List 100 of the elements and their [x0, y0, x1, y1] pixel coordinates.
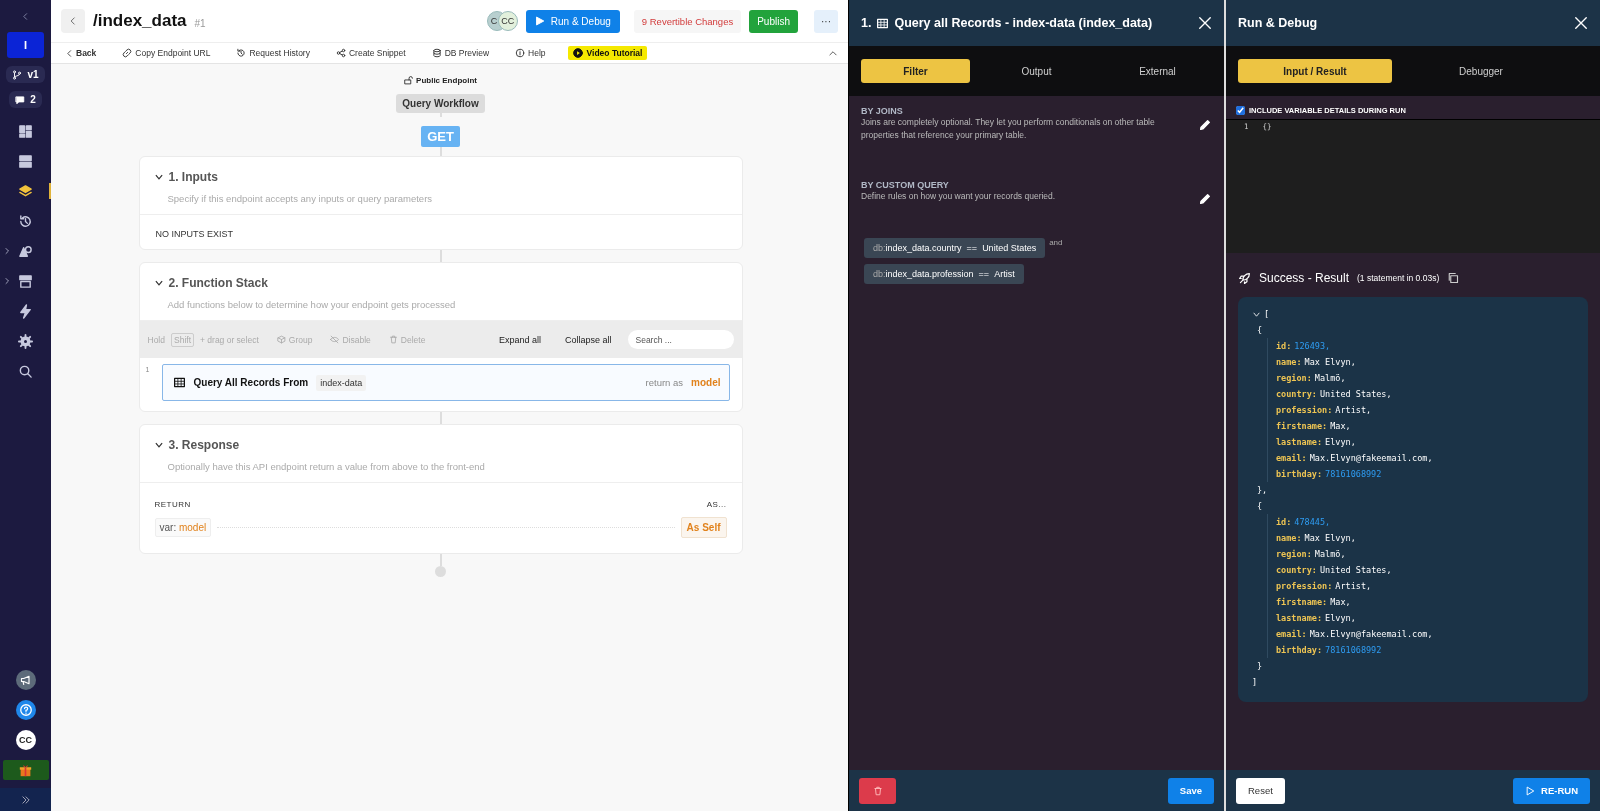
- chevron-left-icon: [68, 16, 78, 26]
- user-avatar[interactable]: CC: [15, 730, 36, 750]
- json-line: country: United States,: [1276, 388, 1393, 401]
- json-line: email: Max.Elvyn@fakeemail.com,: [1276, 628, 1434, 641]
- json-line: profession: Artist,: [1276, 580, 1373, 593]
- tab[interactable]: Filter: [861, 59, 970, 83]
- json-line: name: Max Elvyn,: [1276, 532, 1357, 545]
- json-bracket: [: [1264, 308, 1270, 321]
- trash-icon: [872, 785, 883, 796]
- run-debug-button[interactable]: Run & Debug: [525, 9, 620, 33]
- reset-button[interactable]: Reset: [1236, 777, 1285, 804]
- toolbar-link[interactable]: Back: [65, 48, 97, 58]
- store-icon: [18, 273, 33, 289]
- json-bracket: },: [1257, 484, 1268, 497]
- branch-icon: [12, 69, 23, 80]
- layers-icon: [18, 183, 33, 199]
- group-description: Joins are completely optional. They let you perform conditionals on other table properties that reference your primary table.: [861, 116, 1156, 142]
- variable-tag[interactable]: var: model: [154, 518, 212, 537]
- pencil-icon: [1198, 118, 1212, 132]
- expand-all-button[interactable]: Expand all: [498, 334, 541, 345]
- tab[interactable]: Debugger: [1404, 59, 1558, 83]
- collapse-button[interactable]: [828, 48, 838, 58]
- close-button[interactable]: [1574, 16, 1588, 30]
- toolbar-link[interactable]: Help: [515, 48, 546, 58]
- announcement-button[interactable]: [15, 670, 36, 690]
- checkbox[interactable]: [1236, 106, 1245, 115]
- gift-icon: [19, 763, 32, 777]
- hint-text: Hold: [147, 334, 165, 345]
- empty-message: NO INPUTS EXIST: [154, 228, 234, 241]
- trash-icon: [388, 335, 398, 344]
- condition-chip[interactable]: db:index_data.profession == Artist: [864, 263, 1024, 284]
- copy-button[interactable]: [1447, 272, 1460, 284]
- section-description: Specify if this endpoint accepts any inputs or query parameters: [167, 193, 434, 204]
- group-description: Define rules on how you want your records queried.: [861, 190, 1057, 203]
- step-label: Query All Records From: [193, 377, 309, 388]
- chevron-icon[interactable]: [153, 440, 164, 450]
- json-line: firstname: Max,: [1276, 420, 1352, 433]
- panel-title: Query all Records - index-data (index_data): [894, 16, 1153, 30]
- workflow-label: Query Workflow: [396, 94, 485, 113]
- box-icon: [276, 335, 286, 344]
- method-badge: GET: [421, 126, 460, 147]
- workspace-button[interactable]: I: [7, 32, 44, 58]
- json-line: name: Max Elvyn,: [1276, 356, 1357, 369]
- megaphone-icon: [19, 674, 32, 686]
- toolbar-link[interactable]: Copy Endpoint URL: [122, 48, 211, 58]
- search-field[interactable]: Search ...: [627, 330, 734, 349]
- toolbar-link[interactable]: Video Tutorial: [567, 46, 648, 60]
- version-button[interactable]: v1: [6, 66, 45, 83]
- info-icon: [515, 48, 526, 58]
- chevron-right-icon: [3, 277, 11, 285]
- group-title: BY CUSTOM QUERY: [861, 179, 950, 190]
- chevron-icon[interactable]: [153, 172, 164, 182]
- help-icon: [18, 703, 33, 717]
- bolt-icon: [18, 303, 33, 319]
- tab[interactable]: Input / Result: [1238, 59, 1392, 83]
- delete-button[interactable]: [859, 777, 896, 804]
- comments-button[interactable]: 2: [9, 91, 42, 108]
- table-tag: index-data: [316, 374, 367, 391]
- play-outline-icon: [1525, 785, 1536, 796]
- collapse-all-button[interactable]: Collapse all: [564, 334, 612, 345]
- json-line: id: 126493,: [1276, 340, 1332, 353]
- table-icon: [172, 376, 186, 389]
- close-button[interactable]: [1198, 16, 1212, 30]
- help-button[interactable]: [15, 700, 36, 720]
- gift-button[interactable]: [2, 760, 49, 780]
- copy-icon: [1447, 272, 1460, 284]
- tab[interactable]: External: [1103, 59, 1212, 83]
- tab[interactable]: Output: [982, 59, 1091, 83]
- history-icon: [18, 213, 33, 229]
- json-line: region: Malmö,: [1276, 548, 1347, 561]
- edit-button[interactable]: [1198, 118, 1212, 132]
- chevron-icon[interactable]: [153, 278, 164, 288]
- toolbar-link[interactable]: Request History: [236, 48, 310, 58]
- json-line: profession: Artist,: [1276, 404, 1373, 417]
- json-line: lastname: Elvyn,: [1276, 436, 1357, 449]
- function-step[interactable]: Query All Records From index-data return as model: [161, 364, 730, 401]
- pencil-icon: [1198, 191, 1212, 206]
- toolbar-link[interactable]: DB Preview: [431, 48, 490, 58]
- play-circle-icon: [572, 48, 583, 58]
- condition-chip[interactable]: db:index_data.country == United States: [864, 237, 1046, 258]
- search-icon: [18, 363, 33, 379]
- more-button[interactable]: ···: [814, 9, 838, 33]
- close-icon: [1198, 16, 1212, 30]
- json-bracket: {: [1257, 324, 1263, 337]
- edit-button[interactable]: [1198, 191, 1212, 206]
- step-number: 1.: [861, 16, 872, 30]
- caret-up-icon: [828, 48, 838, 58]
- chevron-left-icon: [21, 12, 30, 21]
- return-label: return as: [645, 377, 684, 388]
- table-icon: [876, 16, 890, 30]
- json-line: id: 478445,: [1276, 516, 1332, 529]
- section-title: 3. Response: [168, 438, 240, 452]
- toolbar-link[interactable]: Create Snippet: [335, 48, 406, 58]
- changes-button[interactable]: 9 Revertible Changes: [633, 9, 742, 33]
- section-title: 1. Inputs: [168, 170, 218, 184]
- save-button[interactable]: Save: [1167, 777, 1214, 804]
- json-line: region: Malmö,: [1276, 372, 1347, 385]
- rerun-button[interactable]: RE-RUN: [1513, 777, 1590, 804]
- close-icon: [1574, 16, 1588, 30]
- section-description: Optionally have this API endpoint return a value from above to the front-end: [167, 461, 486, 472]
